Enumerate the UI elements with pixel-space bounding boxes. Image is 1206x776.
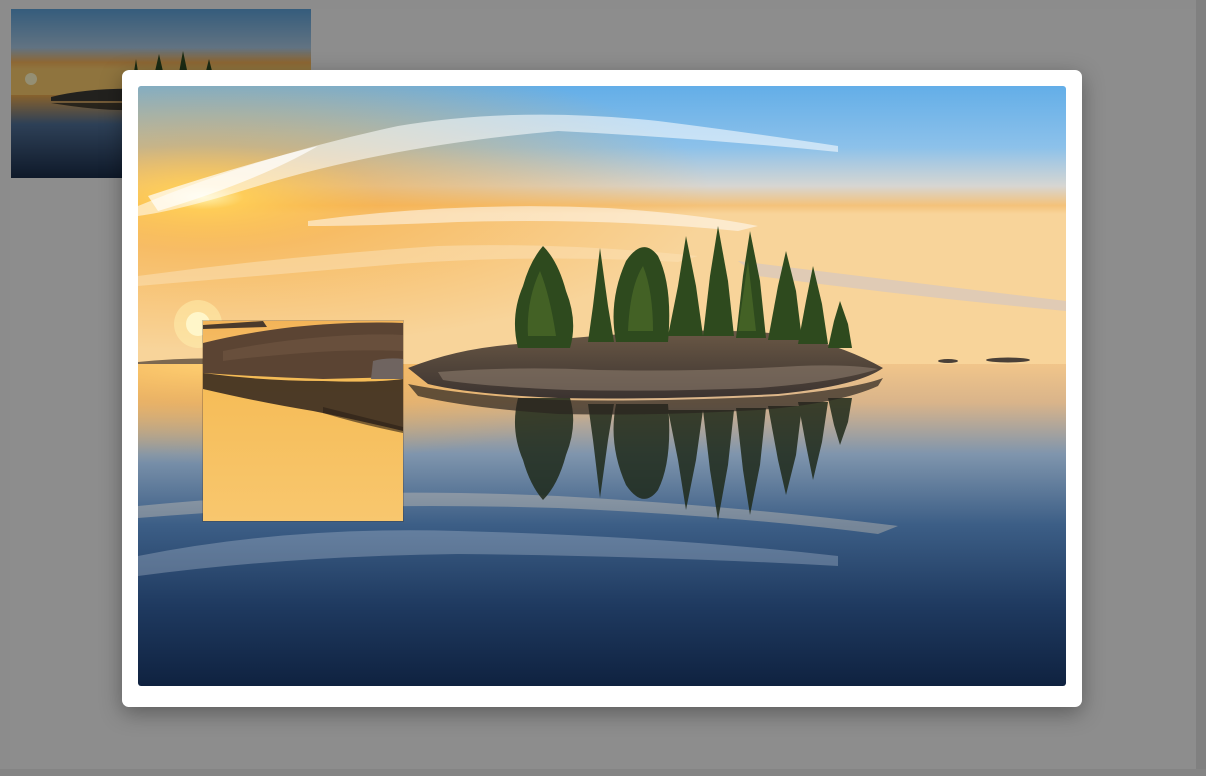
page-scrollbar-gutter bbox=[1196, 0, 1206, 776]
lightbox-image[interactable] bbox=[138, 86, 1066, 686]
zoomed-detail-image bbox=[203, 321, 403, 521]
page-backdrop[interactable] bbox=[0, 0, 1206, 776]
page-bottom-edge bbox=[0, 769, 1206, 776]
zoom-lens[interactable] bbox=[203, 321, 403, 521]
lightbox-modal bbox=[122, 70, 1082, 707]
